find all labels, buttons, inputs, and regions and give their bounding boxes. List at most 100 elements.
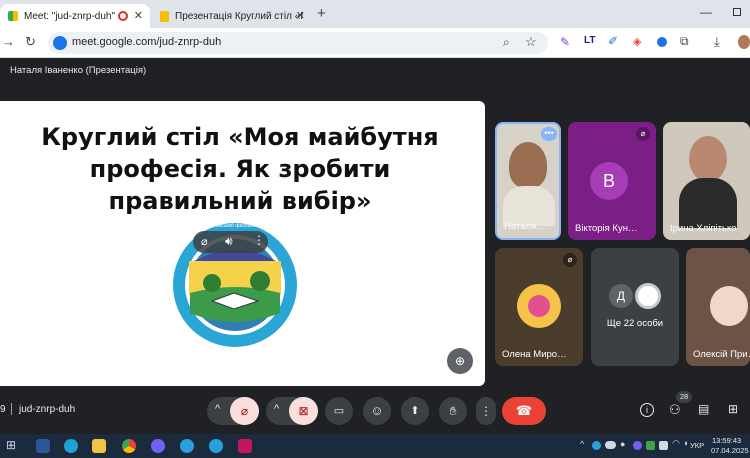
participant-video	[509, 142, 547, 188]
participant-avatar: В	[590, 162, 628, 200]
people-count-badge: 28	[676, 391, 692, 403]
address-bar[interactable]: meet.google.com/jud-znrp-duh ⌕ ☆	[48, 32, 548, 54]
tray-chevron-icon[interactable]: ^	[580, 439, 584, 449]
participant-name: Ірина Хліпітько	[670, 223, 737, 234]
new-tab-button[interactable]: +	[317, 5, 326, 22]
participant-video	[503, 186, 555, 226]
zoom-slide-button[interactable]: ⊕	[447, 348, 473, 374]
slides-favicon-icon	[160, 10, 169, 22]
tray-shield-icon[interactable]	[646, 441, 655, 450]
file-explorer-icon[interactable]	[92, 439, 106, 453]
more-options-button[interactable]: ⋮	[476, 397, 496, 425]
tab-meet[interactable]: Meet: "jud-znrp-duh" ✕	[0, 4, 150, 28]
browser-tab-strip: Meet: "jud-znrp-duh" ✕ Презентація Кругл…	[0, 0, 750, 28]
participant-avatar: Д	[609, 284, 633, 308]
tray-wifi-icon[interactable]: ◠	[672, 438, 680, 449]
leave-call-button[interactable]: ☎	[502, 397, 546, 425]
app-icon[interactable]	[238, 439, 252, 453]
telegram-icon[interactable]	[180, 439, 194, 453]
more-participants-label: Ще 22 особи	[606, 318, 664, 329]
meeting-code: jud-znrp-duh	[19, 404, 76, 415]
extension-pen-icon[interactable]: ✎	[560, 35, 570, 49]
tray-chat-icon[interactable]	[659, 441, 668, 450]
presentation-slide: Круглий стіл «Моя майбутня професія. Як …	[0, 101, 485, 386]
participant-tile[interactable]: ••• Наталя…	[495, 122, 561, 240]
tray-onedrive-icon[interactable]	[605, 441, 616, 449]
participant-tile[interactable]: ⌀ Олена Миро…	[495, 248, 583, 366]
keyboard-language[interactable]: УКР	[690, 441, 704, 450]
meet-main-area: Наталя Іваненко (Презентація) Круглий ст…	[0, 58, 750, 434]
clock-date[interactable]: 07.04.2025	[711, 446, 749, 455]
divider	[11, 403, 12, 415]
muted-mic-icon: ⌀	[636, 127, 650, 141]
chat-icon[interactable]: ▤	[698, 402, 709, 416]
tray-telegram-icon[interactable]	[592, 441, 601, 450]
mic-off-icon[interactable]: ⌀	[201, 235, 208, 248]
extension-drop-icon[interactable]: ◈	[633, 35, 641, 48]
site-info-icon[interactable]	[53, 36, 67, 50]
participant-image	[528, 295, 550, 317]
word-icon[interactable]	[36, 439, 50, 453]
present-screen-button[interactable]: ⬆	[401, 397, 429, 425]
more-options-icon[interactable]: •••	[541, 127, 557, 141]
restore-window-icon[interactable]	[733, 8, 741, 16]
participant-video	[679, 178, 737, 228]
clock-time[interactable]: 13:59:43	[712, 436, 741, 445]
participant-video	[689, 136, 727, 182]
mic-control-group: ^ ⌀	[207, 397, 259, 425]
telegram-icon[interactable]	[209, 439, 223, 453]
profile-avatar[interactable]	[738, 35, 750, 49]
tab-presentation[interactable]: Презентація Круглий стіл «Мо ✕	[152, 4, 312, 28]
captions-button[interactable]: ▭	[325, 397, 353, 425]
tab-title: Meet: "jud-znrp-duh"	[24, 10, 116, 22]
forward-icon[interactable]: →	[2, 34, 15, 49]
participant-video	[710, 286, 748, 326]
tray-viber-icon[interactable]	[633, 441, 642, 450]
audio-options-chevron-icon[interactable]: ^	[215, 403, 220, 415]
participant-name: Вікторія Кун…	[575, 223, 638, 234]
participant-tile[interactable]: Ірина Хліпітько	[663, 122, 750, 240]
extension-brush-icon[interactable]: ✐	[608, 34, 618, 48]
zoom-icon[interactable]: ⌕	[503, 35, 510, 50]
extension-circle-icon[interactable]	[657, 37, 667, 47]
camera-off-button[interactable]: ⊠	[289, 397, 318, 425]
microphone-off-button[interactable]: ⌀	[230, 397, 259, 425]
windows-taskbar: ⊞ ^ ● ◠ ◖ УКР 13:59:43 07.04.2025	[0, 434, 750, 458]
logo-ring-text: ВСП «Донбаський фаховий коледж СНУ ім. В…	[192, 223, 278, 229]
download-icon[interactable]: ⤓	[714, 34, 720, 50]
raise-hand-button[interactable]: ✋︎	[439, 397, 467, 425]
participant-name: Олена Миро…	[502, 349, 567, 360]
more-participants-tile[interactable]: Д Ще 22 особи	[591, 248, 679, 366]
participant-avatar	[635, 283, 661, 309]
speaker-icon[interactable]: 🔊︎	[225, 234, 233, 249]
more-options-icon[interactable]: ⋮	[253, 233, 265, 247]
chrome-icon[interactable]	[122, 439, 136, 453]
meeting-info-icon[interactable]: i	[640, 403, 654, 417]
muted-mic-icon: ⌀	[563, 253, 577, 267]
slide-title-line: Круглий стіл «Моя майбутня	[41, 123, 439, 151]
extensions-puzzle-icon[interactable]: ⧉	[680, 34, 689, 49]
browser-toolbar: → ↻ meet.google.com/jud-znrp-duh ⌕ ☆ ✎ L…	[0, 28, 750, 58]
extension-translate-icon[interactable]: LT	[584, 35, 595, 46]
tray-volume-icon[interactable]: ◖	[683, 438, 688, 448]
slide-title-line: правильний вибір»	[108, 187, 372, 215]
meet-favicon-icon	[8, 11, 18, 21]
participant-name: Наталя…	[504, 221, 546, 232]
close-tab-icon[interactable]: ✕	[134, 9, 143, 22]
edge-icon[interactable]	[64, 439, 78, 453]
tray-mic-icon[interactable]: ●	[620, 439, 625, 449]
participant-tile[interactable]: Олексій При…	[686, 248, 750, 366]
minimize-window-icon[interactable]: —	[700, 5, 712, 19]
emoji-reaction-button[interactable]: ☺	[363, 397, 391, 425]
camera-control-group: ^ ⊠	[266, 397, 318, 425]
viber-icon[interactable]	[151, 439, 165, 453]
people-icon[interactable]: ⚇	[669, 402, 681, 418]
activities-icon[interactable]: ⊞	[728, 402, 738, 416]
slide-title: Круглий стіл «Моя майбутня професія. Як …	[30, 121, 450, 217]
close-tab-icon[interactable]: ✕	[296, 9, 305, 22]
start-grid-icon[interactable]: ⊞	[6, 438, 16, 452]
reload-icon[interactable]: ↻	[25, 34, 36, 50]
bookmark-star-icon[interactable]: ☆	[525, 34, 537, 50]
participant-tile[interactable]: В ⌀ Вікторія Кун…	[568, 122, 656, 240]
video-options-chevron-icon[interactable]: ^	[274, 403, 279, 415]
